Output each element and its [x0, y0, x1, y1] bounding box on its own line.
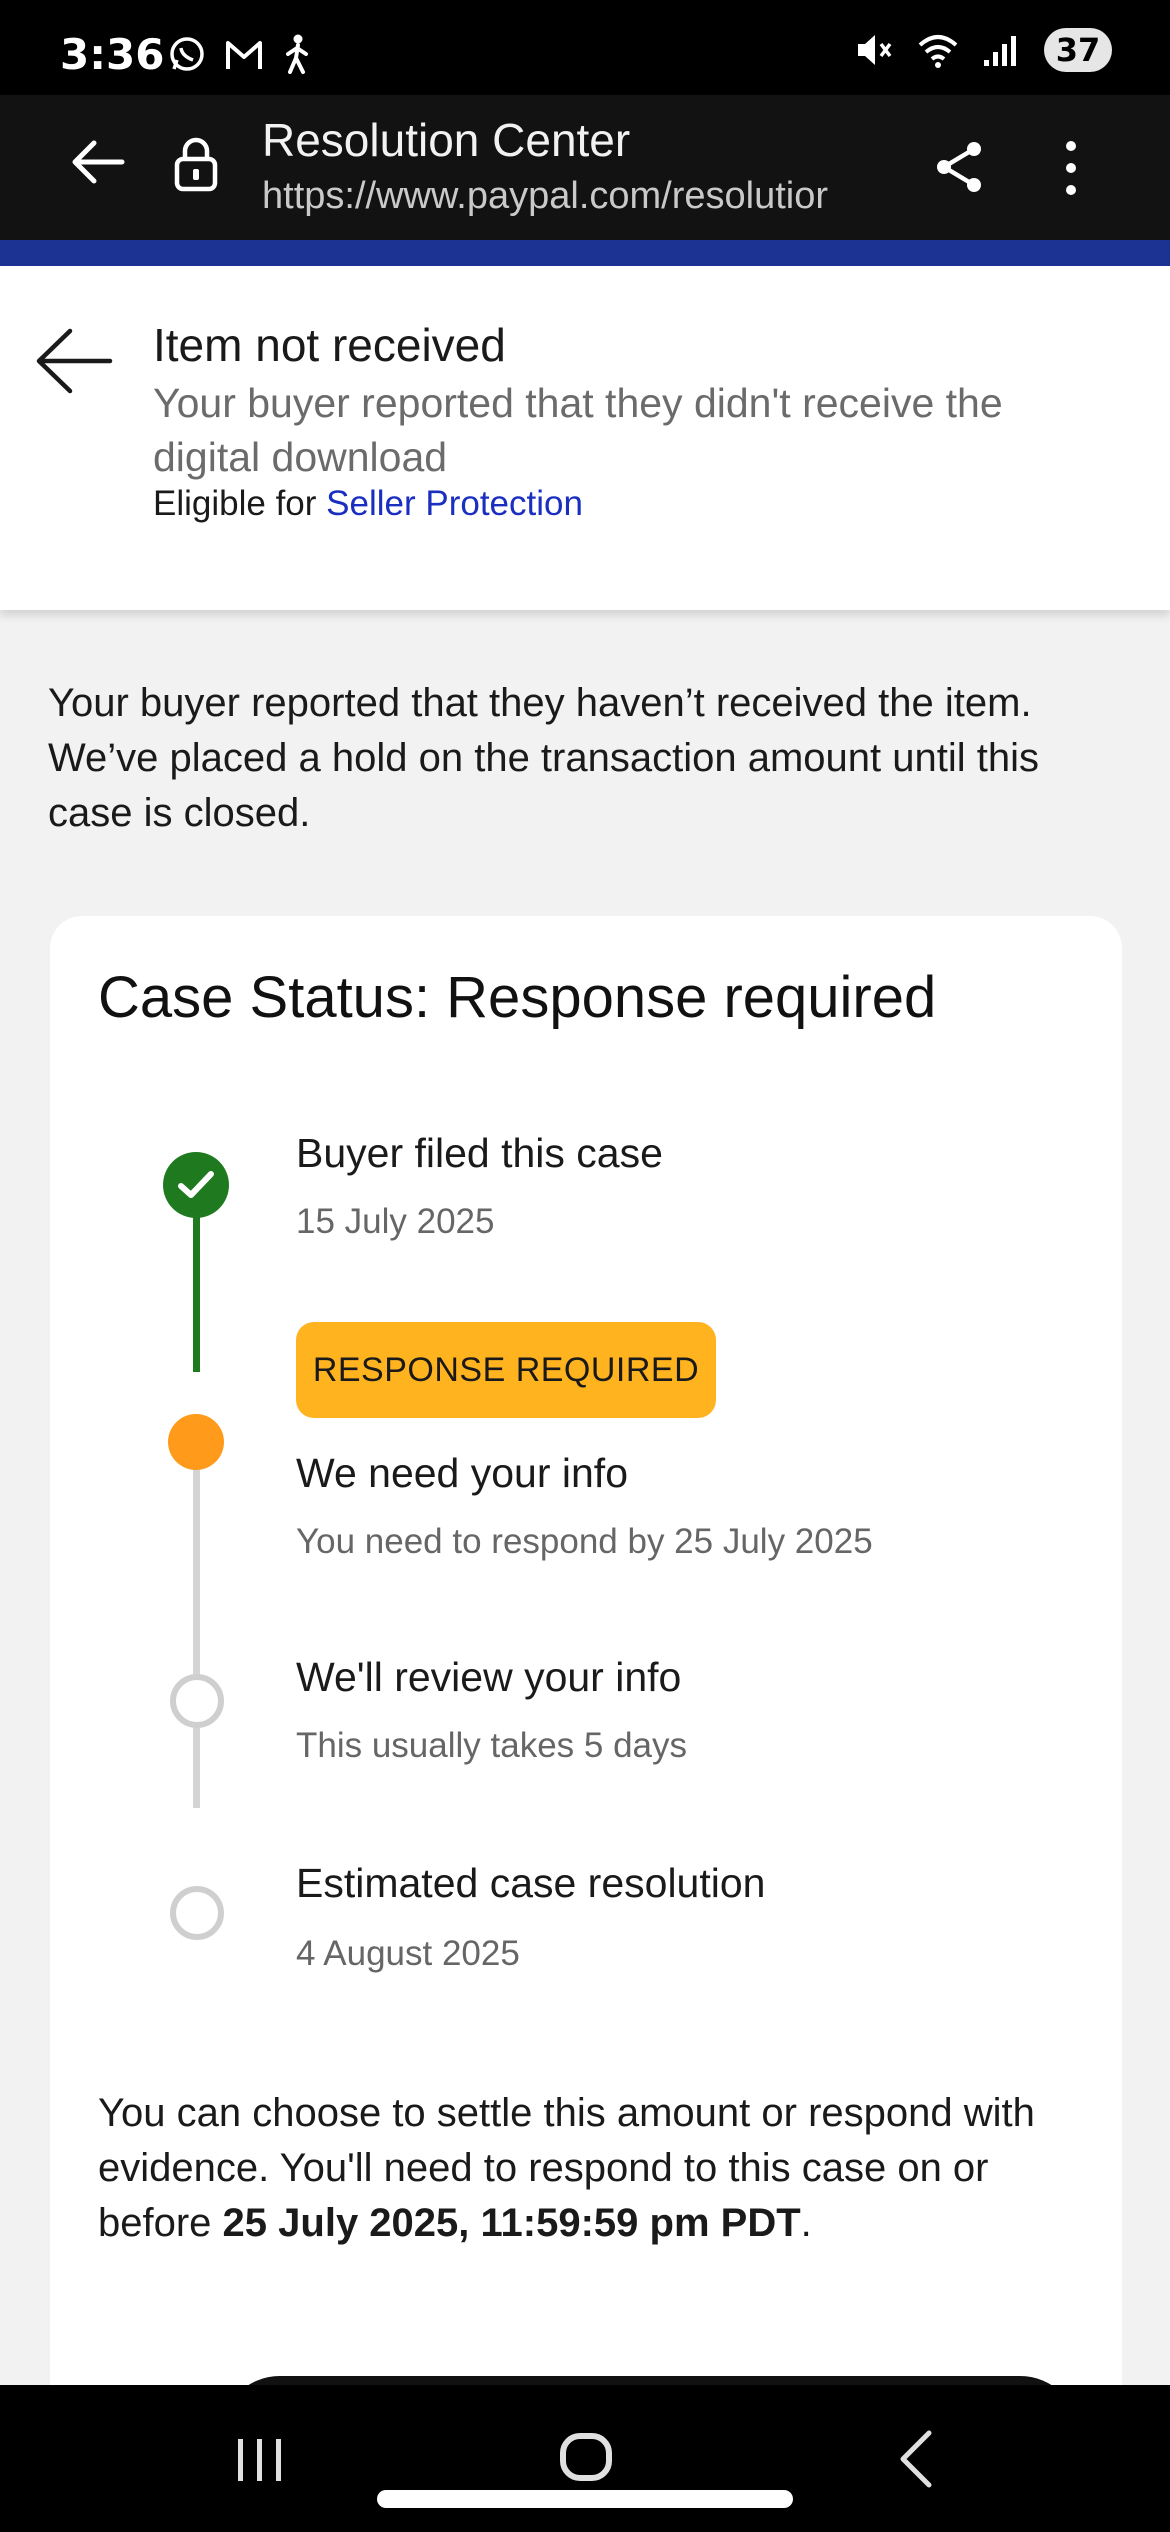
gmail-icon [226, 41, 262, 69]
system-nav-bar [0, 2385, 1170, 2532]
walking-icon [286, 34, 308, 74]
step-current-node [168, 1414, 224, 1470]
hold-notice: Your buyer reported that they haven’t re… [48, 681, 1039, 835]
mute-icon [858, 35, 892, 65]
step-description: This usually takes 5 days [296, 1726, 688, 1765]
case-header: Item not received Your buyer reported th… [0, 266, 1170, 610]
eligibility-line: Eligible for Seller Protection [153, 484, 583, 524]
step-date: 4 August 2025 [296, 1934, 520, 1973]
wifi-icon [918, 35, 958, 68]
response-deadline: 25 July 2025, 11:59:59 pm PDT [222, 2201, 801, 2245]
step-title: Buyer filed this case [296, 1130, 663, 1176]
step-done-node [163, 1152, 229, 1218]
home-icon[interactable] [560, 2433, 612, 2481]
step-deadline: You need to respond by 25 July 2025 [296, 1522, 873, 1561]
case-type-subtitle: Your buyer reported that they didn't rec… [153, 380, 1003, 480]
share-icon[interactable] [932, 139, 988, 195]
brand-stripe [0, 240, 1170, 266]
case-type-title: Item not received [153, 319, 506, 371]
step-title: Estimated case resolution [296, 1860, 766, 1906]
nav-back-icon[interactable] [895, 2429, 935, 2489]
battery-indicator: 37 [1044, 28, 1112, 72]
step-title: We need your info [296, 1450, 629, 1496]
signal-icon [984, 36, 1016, 66]
gesture-handle[interactable] [377, 2490, 793, 2508]
instructions-period: . [800, 2201, 812, 2245]
back-arrow-icon[interactable] [68, 137, 126, 187]
response-instructions: You can choose to settle this amount or … [98, 2086, 1098, 2251]
whatsapp-icon [170, 37, 204, 71]
step-pending-node [170, 1886, 224, 1940]
eligibility-prefix: Eligible for [153, 484, 317, 523]
more-vert-icon[interactable] [1060, 139, 1082, 197]
checkmark-icon [178, 1171, 214, 1198]
recent-apps-icon[interactable] [232, 2435, 288, 2485]
status-bar: 3:36 37 [0, 0, 1170, 95]
status-time: 3:36 [60, 30, 165, 79]
browser-page-title: Resolution Center [262, 114, 631, 166]
lock-icon[interactable] [172, 135, 220, 193]
back-arrow-icon[interactable] [34, 326, 114, 396]
timeline-line-pending [193, 1444, 200, 1808]
response-required-badge: RESPONSE REQUIRED [296, 1322, 716, 1418]
browser-toolbar: Resolution Center https://www.paypal.com… [0, 95, 1170, 240]
step-title: We'll review your info [296, 1654, 682, 1700]
seller-protection-link[interactable]: Seller Protection [326, 484, 583, 523]
step-pending-node [170, 1674, 224, 1728]
status-notification-icons [168, 34, 312, 74]
status-system-icons: 37 [854, 28, 1112, 72]
step-date: 15 July 2025 [296, 1202, 495, 1241]
browser-url[interactable]: https://www.paypal.com/resolutior [262, 175, 890, 218]
case-status-title: Case Status: Response required [98, 965, 937, 1030]
case-status-card: Case Status: Response required Buyer fil… [50, 916, 1122, 2532]
